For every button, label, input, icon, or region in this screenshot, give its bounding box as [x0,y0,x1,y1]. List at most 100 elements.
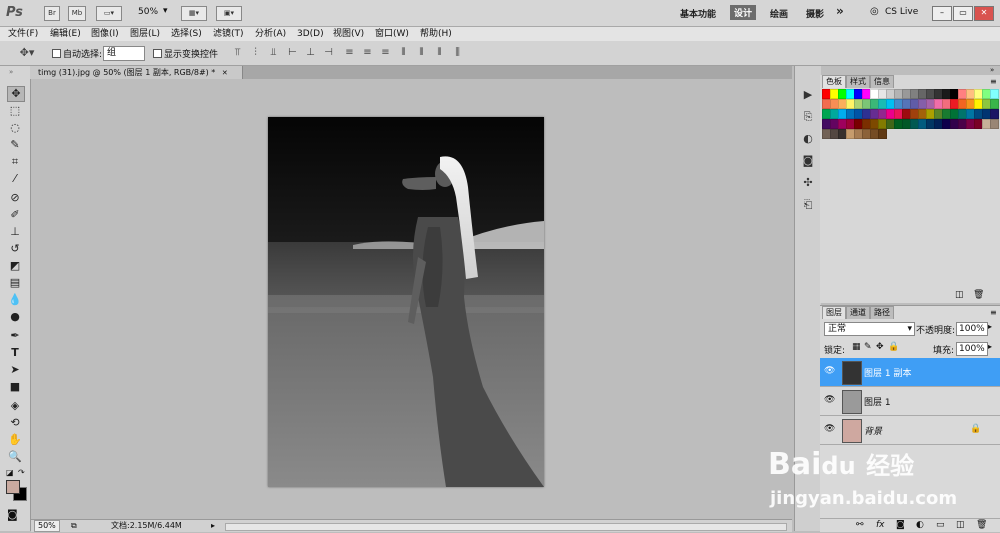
screen-mode-button[interactable]: ▣▾ [216,6,242,21]
layer-mask-icon[interactable]: ◙ [896,520,905,530]
layer-name[interactable]: 图层 1 [864,395,891,408]
eyedropper-tool-icon[interactable]: ⁄ [7,172,23,186]
dock-collapse-icon[interactable]: » [990,66,994,74]
distribute-vcenter-icon[interactable]: ≡ [362,47,373,58]
layer-row[interactable]: 👁 背景 🔒 [820,416,1000,445]
quick-mask-icon[interactable]: ◙ [7,508,18,521]
more-workspaces-icon[interactable]: » [836,4,844,18]
brushes-panel-icon[interactable]: ✣ [801,176,815,190]
auto-align-icon[interactable]: ⫼ [452,47,463,58]
cs-live-icon[interactable]: ◎ [870,6,879,17]
document-image[interactable] [268,117,544,487]
fill-input[interactable]: 100% [956,342,988,356]
workspace-photography[interactable]: 摄影 [806,7,824,20]
align-bottom-icon[interactable]: ⫫ [268,47,279,58]
color-swatch[interactable] [878,129,887,139]
align-top-icon[interactable]: ⫪ [232,47,243,58]
new-layer-icon[interactable]: ◫ [956,520,965,530]
new-swatch-icon[interactable]: ◫ [955,290,964,300]
menu-layer[interactable]: 图层(L) [130,27,160,41]
horizontal-scrollbar[interactable] [225,523,787,531]
align-right-icon[interactable]: ⊣ [323,47,334,58]
color-swatch[interactable] [990,119,999,129]
menu-select[interactable]: 选择(S) [171,27,202,41]
menu-window[interactable]: 窗口(W) [375,27,409,41]
distribute-top-icon[interactable]: ≡ [344,47,355,58]
shape-tool-icon[interactable]: ■ [7,380,23,394]
layer-style-icon[interactable]: fx [876,520,885,530]
distribute-left-icon[interactable]: ⦀ [398,47,409,58]
menu-edit[interactable]: 编辑(E) [50,27,81,41]
path-selection-tool-icon[interactable]: ➤ [7,363,23,377]
align-vcenter-icon[interactable]: ⫶ [250,47,261,58]
marquee-tool-icon[interactable]: ⬚ [7,104,23,118]
layer-name[interactable]: 背景 [864,424,882,437]
distribute-right-icon[interactable]: ⦀ [434,47,445,58]
tab-styles[interactable]: 样式 [846,75,870,88]
layer-name[interactable]: 图层 1 副本 [864,366,911,379]
visibility-eye-icon[interactable]: 👁 [824,366,835,376]
dodge-tool-icon[interactable]: ● [7,310,23,324]
menu-view[interactable]: 视图(V) [333,27,364,41]
layer-row[interactable]: 👁 图层 1 副本 [820,358,1000,387]
close-tab-icon[interactable]: ✕ [222,69,228,77]
lock-image-icon[interactable]: ✎ [864,342,872,352]
history-panel-icon[interactable]: ⎘ [801,110,815,124]
tab-channels[interactable]: 通道 [846,306,870,319]
close-button[interactable]: ✕ [974,6,994,21]
tab-swatches[interactable]: 色板 [822,75,846,88]
visibility-eye-icon[interactable]: 👁 [824,424,835,434]
blend-mode-select[interactable]: 正常 ▾ [824,322,915,336]
visibility-eye-icon[interactable]: 👁 [824,395,835,405]
distribute-hcenter-icon[interactable]: ⦀ [416,47,427,58]
minimize-button[interactable]: – [932,6,952,21]
move-tool-preset-icon[interactable]: ✥▾ [14,47,40,58]
color-swatch[interactable] [990,89,999,99]
new-group-icon[interactable]: ▭ [936,520,945,530]
eraser-tool-icon[interactable]: ◩ [7,259,23,273]
pen-tool-icon[interactable]: ✒ [7,329,23,343]
zoom-tool-icon[interactable]: 🔍 [7,450,23,464]
document-tab[interactable]: timg (31).jpg @ 50% (图层 1 副本, RGB/8#) * … [30,66,243,79]
bridge-button[interactable]: Br [44,6,60,21]
history-brush-tool-icon[interactable]: ↺ [7,242,23,256]
workspace-painting[interactable]: 绘画 [770,7,788,20]
lock-position-icon[interactable]: ✥ [876,342,884,352]
hand-tool-icon[interactable]: ✋ [7,433,23,447]
tab-layers[interactable]: 图层 [822,306,846,319]
color-swatch[interactable] [990,99,999,109]
workspace-essentials[interactable]: 基本功能 [680,7,716,20]
healing-brush-tool-icon[interactable]: ⊘ [7,191,23,205]
show-transform-checkbox[interactable]: 显示变换控件 [153,47,218,60]
status-zoom-field[interactable]: 50% [34,520,60,532]
cs-live-button[interactable]: CS Live [885,7,918,17]
status-menu-arrow-icon[interactable]: ▸ [211,520,215,532]
default-colors-icon[interactable]: ◪ [6,468,14,477]
zoom-level-dropdown[interactable]: 50% [138,7,158,17]
type-tool-icon[interactable]: T [7,346,23,360]
align-hcenter-icon[interactable]: ⊥ [305,47,316,58]
layer-row[interactable]: 👁 图层 1 [820,387,1000,416]
status-info-icon[interactable]: ⧉ [71,520,77,532]
quick-selection-tool-icon[interactable]: ✎ [7,138,23,152]
menu-filter[interactable]: 滤镜(T) [213,27,244,41]
fill-arrow-icon[interactable]: ▸ [988,342,992,351]
swap-colors-icon[interactable]: ↷ [18,468,25,477]
adjustments-panel-icon[interactable]: ◐ [801,132,815,146]
3d-rotate-tool-icon[interactable]: ◈ [7,399,23,413]
actions-panel-icon[interactable]: ▶ [801,88,815,102]
foreground-color-swatch[interactable] [6,480,20,494]
layers-panel-menu-icon[interactable]: ≡ [990,308,997,317]
swatches-panel-menu-icon[interactable]: ≡ [990,77,997,86]
clone-stamp-tool-icon[interactable]: ⊥ [7,225,23,239]
masks-panel-icon[interactable]: ◙ [801,154,815,168]
lasso-tool-icon[interactable]: ◌ [7,121,23,135]
delete-layer-icon[interactable]: 🗑 [976,520,987,530]
menu-file[interactable]: 文件(F) [8,27,38,41]
clone-source-panel-icon[interactable]: ⎗ [801,198,815,212]
view-extras-button[interactable]: ▭▾ [96,6,122,21]
menu-analysis[interactable]: 分析(A) [255,27,286,41]
tab-info[interactable]: 信息 [870,75,894,88]
blur-tool-icon[interactable]: 💧 [7,293,23,307]
tab-paths[interactable]: 路径 [870,306,894,319]
